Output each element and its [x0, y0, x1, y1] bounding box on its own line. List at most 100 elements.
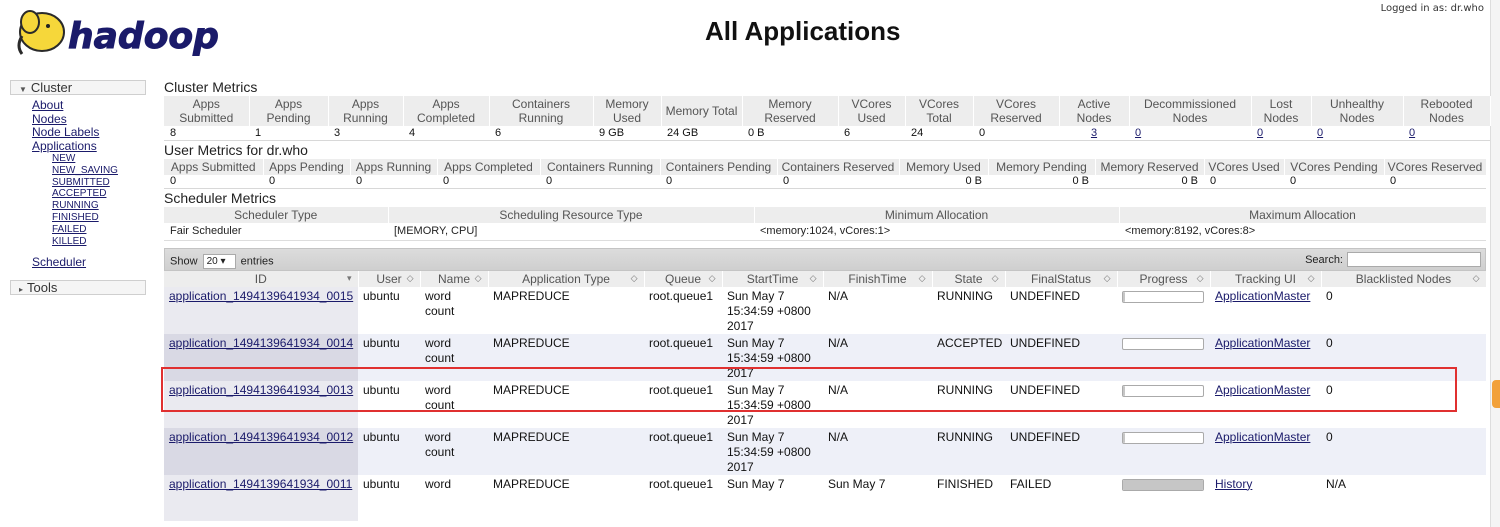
cluster-metric-header-active-nodes: Active Nodes [1059, 96, 1130, 126]
cell-type: MAPREDUCE [488, 474, 644, 521]
user-metric-value-containers-reserved: 0 [777, 174, 899, 189]
nav-state-running[interactable]: RUNNING [52, 200, 146, 212]
cell-type: MAPREDUCE [488, 286, 644, 334]
progress-fill [1123, 432, 1125, 443]
application-id-link[interactable]: application_1494139641934_0015 [169, 289, 353, 303]
progress-bar [1122, 478, 1204, 491]
cluster-metric-header-containers-running: Containers Running [489, 96, 594, 126]
hadoop-logo: hadoop [10, 2, 250, 60]
cluster-metric-value-vcores-reserved: 0 [973, 126, 1059, 141]
cluster-metric-link-lost-nodes[interactable]: 0 [1257, 127, 1263, 139]
application-id-link[interactable]: application_1494139641934_0012 [169, 430, 353, 444]
column-header-application-type[interactable]: Application Type ◇ [488, 270, 645, 287]
cell-queue: root.queue1 [644, 474, 722, 521]
nav-state-finished[interactable]: FINISHED [52, 212, 146, 224]
table-row[interactable]: application_1494139641934_0011 ubuntu word… [164, 474, 1486, 521]
search-input[interactable] [1347, 251, 1481, 267]
logged-in-label: Logged in as: dr.who [1380, 3, 1484, 14]
cluster-metric-value-vcores-used: 6 [838, 126, 905, 141]
cell-finish: N/A [823, 286, 932, 334]
cluster-metric-value-containers-running: 6 [489, 126, 593, 141]
column-header-tracking-ui[interactable]: Tracking UI ◇ [1210, 270, 1322, 287]
entries-select[interactable]: 20 ▾ [202, 253, 236, 269]
table-row[interactable]: application_1494139641934_0015 ubuntu word… [164, 286, 1486, 334]
user-metric-header-memory-reserved: Memory Reserved [1095, 158, 1205, 175]
progress-bar [1122, 431, 1204, 444]
cell-tracking: ApplicationMaster [1210, 427, 1321, 475]
nav-state-killed[interactable]: KILLED [52, 236, 146, 248]
tools-label: Tools [27, 279, 58, 295]
column-header-name[interactable]: Name ◇ [420, 270, 489, 287]
scheduler-header-minimum-allocation: Minimum Allocation [754, 207, 1120, 223]
cluster-metric-header-apps-pending: Apps Pending [249, 96, 329, 126]
column-header-blacklisted-nodes[interactable]: Blacklisted Nodes ◇ [1321, 270, 1487, 287]
cluster-metric-link-rebooted-nodes[interactable]: 0 [1409, 127, 1415, 139]
user-metric-value-containers-running: 0 [540, 174, 660, 189]
column-header-finalstatus[interactable]: FinalStatus ◇ [1005, 270, 1118, 287]
cell-state: RUNNING [932, 427, 1005, 475]
tracking-ui-link[interactable]: ApplicationMaster [1215, 289, 1310, 303]
column-header-progress[interactable]: Progress ◇ [1117, 270, 1211, 287]
scrollbar[interactable] [1490, 0, 1500, 527]
nav-link-applications[interactable]: Applications [32, 139, 146, 154]
column-header-queue[interactable]: Queue ◇ [644, 270, 723, 287]
nav-link-scheduler[interactable]: Scheduler [32, 256, 146, 270]
entries-select-value: 20 [206, 255, 218, 267]
cluster-metric-header-lost-nodes: Lost Nodes [1251, 96, 1312, 126]
cell-progress [1117, 427, 1210, 475]
user-metric-value-vcores-used: 0 [1204, 174, 1284, 189]
cell-queue: root.queue1 [644, 427, 722, 475]
scheduler-header-scheduling-resource-type: Scheduling Resource Type [388, 207, 755, 223]
search-label: Search: [1305, 253, 1343, 266]
entries-label: entries [240, 254, 274, 267]
cluster-metric-link-decommissioned-nodes[interactable]: 0 [1135, 127, 1141, 139]
cluster-metric-value-apps-pending: 1 [249, 126, 328, 141]
progress-bar [1122, 337, 1204, 350]
cluster-metric-value-memory-used: 9 GB [593, 126, 661, 141]
tracking-ui-link[interactable]: History [1215, 477, 1252, 491]
nav-link-about[interactable]: About [32, 98, 146, 113]
sort-both-icon: ◇ [1103, 272, 1111, 283]
dropdown-arrow-icon: ▾ [220, 255, 226, 267]
nav-state-failed[interactable]: FAILED [52, 224, 146, 236]
nav-link-node-labels[interactable]: Node Labels [32, 125, 146, 140]
application-id-link[interactable]: application_1494139641934_0014 [169, 336, 353, 350]
cell-progress [1117, 474, 1210, 521]
user-metric-value-vcores-pending: 0 [1284, 174, 1384, 189]
column-header-label: StartTime [746, 271, 799, 286]
cell-start: Sun May 7 15:34:59 +0800 2017 [722, 286, 823, 334]
tracking-ui-link[interactable]: ApplicationMaster [1215, 336, 1310, 350]
cell-final: UNDEFINED [1005, 427, 1117, 475]
cluster-metric-link-unhealthy-nodes[interactable]: 0 [1317, 127, 1323, 139]
cell-tracking: History [1210, 474, 1321, 521]
nav-link-nodes[interactable]: Nodes [32, 112, 146, 127]
cell-user: ubuntu [358, 286, 420, 334]
cluster-toggle[interactable]: ▼ Cluster [10, 80, 146, 95]
cell-name: word [420, 474, 488, 521]
cluster-metric-value-memory-total: 24 GB [661, 126, 742, 141]
cell-finish: N/A [823, 427, 932, 475]
nav-state-submitted[interactable]: SUBMITTED [52, 177, 146, 189]
tools-toggle[interactable]: ▸ Tools [10, 279, 146, 295]
cluster-metric-link-active-nodes[interactable]: 3 [1091, 127, 1097, 139]
cluster-metric-value-apps-submitted: 8 [164, 126, 249, 141]
column-header-user[interactable]: User ◇ [358, 270, 421, 287]
cell-final: FAILED [1005, 474, 1117, 521]
user-metric-header-vcores-used: VCores Used [1204, 158, 1285, 175]
column-header-finishtime[interactable]: FinishTime ◇ [823, 270, 933, 287]
user-metric-value-apps-completed: 0 [437, 174, 540, 189]
sort-both-icon: ◇ [1196, 272, 1204, 283]
nav-state-new-saving[interactable]: NEW_SAVING [52, 165, 146, 177]
column-header-id[interactable]: ID ▾ [164, 270, 359, 287]
table-row[interactable]: application_1494139641934_0012 ubuntu word… [164, 427, 1486, 475]
user-metric-value-vcores-reserved: 0 [1384, 174, 1486, 189]
application-id-link[interactable]: application_1494139641934_0011 [169, 477, 352, 491]
column-header-label: Blacklisted Nodes [1355, 271, 1452, 286]
column-header-state[interactable]: State ◇ [932, 270, 1006, 287]
nav-state-accepted[interactable]: ACCEPTED [52, 188, 146, 200]
scroll-handle[interactable] [1492, 380, 1500, 408]
column-header-starttime[interactable]: StartTime ◇ [722, 270, 824, 287]
nav-state-new[interactable]: NEW [52, 153, 146, 165]
tracking-ui-link[interactable]: ApplicationMaster [1215, 430, 1310, 444]
cluster-metric-header-apps-submitted: Apps Submitted [164, 96, 250, 126]
